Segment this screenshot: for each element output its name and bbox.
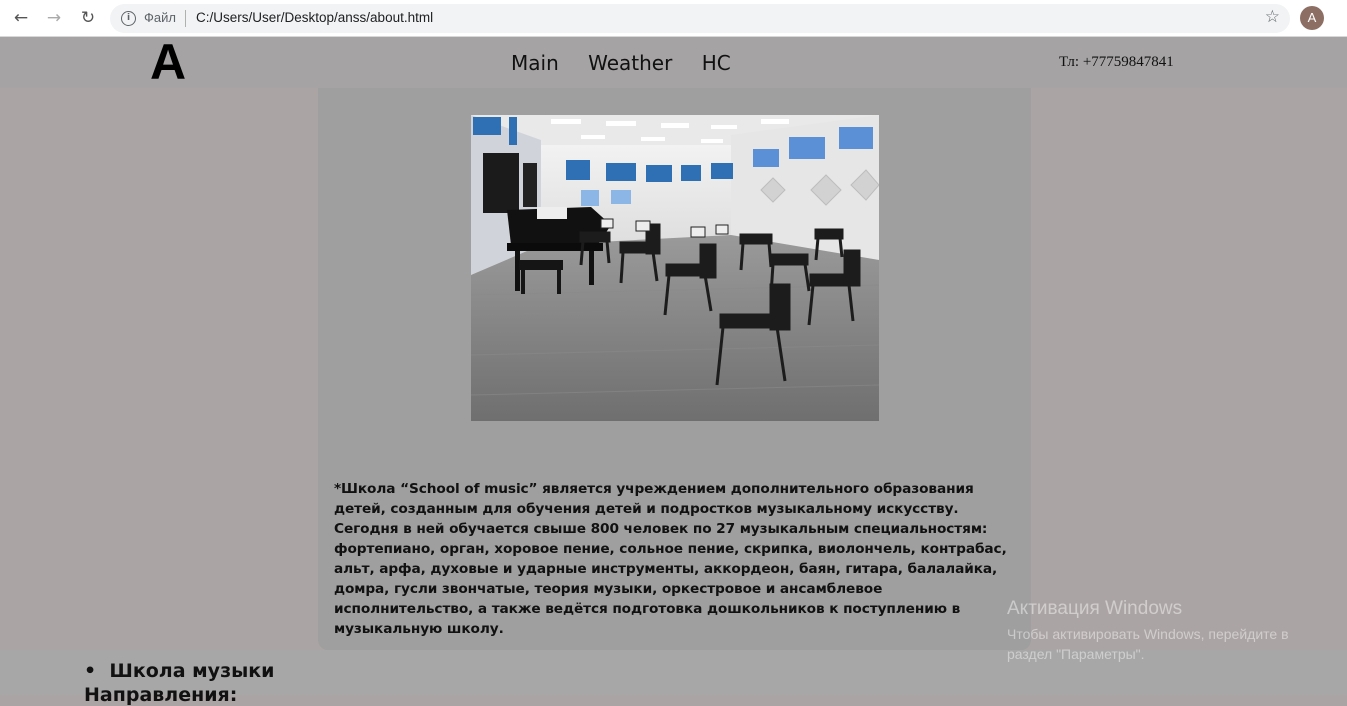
windows-activation-watermark: Активация Windows Чтобы активировать Win… [1007,598,1289,664]
classroom-photo-svg [471,115,879,421]
site-header: A Main Weather HC Тл: +77759847841 [0,37,1347,88]
browser-toolbar: ← → ↻ i Файл C:/Users/User/Desktop/anss/… [0,0,1347,37]
site-nav: Main Weather HC [511,51,754,75]
file-scheme-label: Файл [144,10,176,25]
address-bar[interactable]: i Файл C:/Users/User/Desktop/anss/about.… [110,4,1290,33]
phone-number: Тл: +77759847841 [1059,54,1174,70]
nav-link-main[interactable]: Main [511,51,559,75]
nav-link-weather[interactable]: Weather [588,51,672,75]
classroom-photo [471,115,879,421]
forward-arrow-icon[interactable]: → [42,6,66,30]
activation-line1: Чтобы активировать Windows, перейдите в [1007,626,1289,642]
bullet-icon: • [84,660,110,682]
school-description: *Школа “School of music” является учрежд… [334,481,1007,637]
url-text[interactable]: C:/Users/User/Desktop/anss/about.html [196,10,433,25]
directions-heading: Направления: [84,684,238,706]
back-arrow-icon[interactable]: ← [9,6,33,30]
list-item-school: • Школа музыки [84,660,275,682]
nav-link-hc[interactable]: HC [702,51,731,75]
site-logo[interactable]: A [150,37,186,87]
profile-avatar[interactable]: A [1300,6,1324,30]
bookmark-star-icon[interactable]: ☆ [1265,7,1280,27]
list-item-label: Школа музыки [109,660,275,682]
content-panel: *Школа “School of music” является учрежд… [318,88,1031,650]
address-separator [185,10,186,27]
activation-line2: раздел "Параметры". [1007,646,1145,662]
reload-icon[interactable]: ↻ [76,6,100,30]
activation-title: Активация Windows [1007,598,1183,619]
info-icon[interactable]: i [121,11,136,26]
